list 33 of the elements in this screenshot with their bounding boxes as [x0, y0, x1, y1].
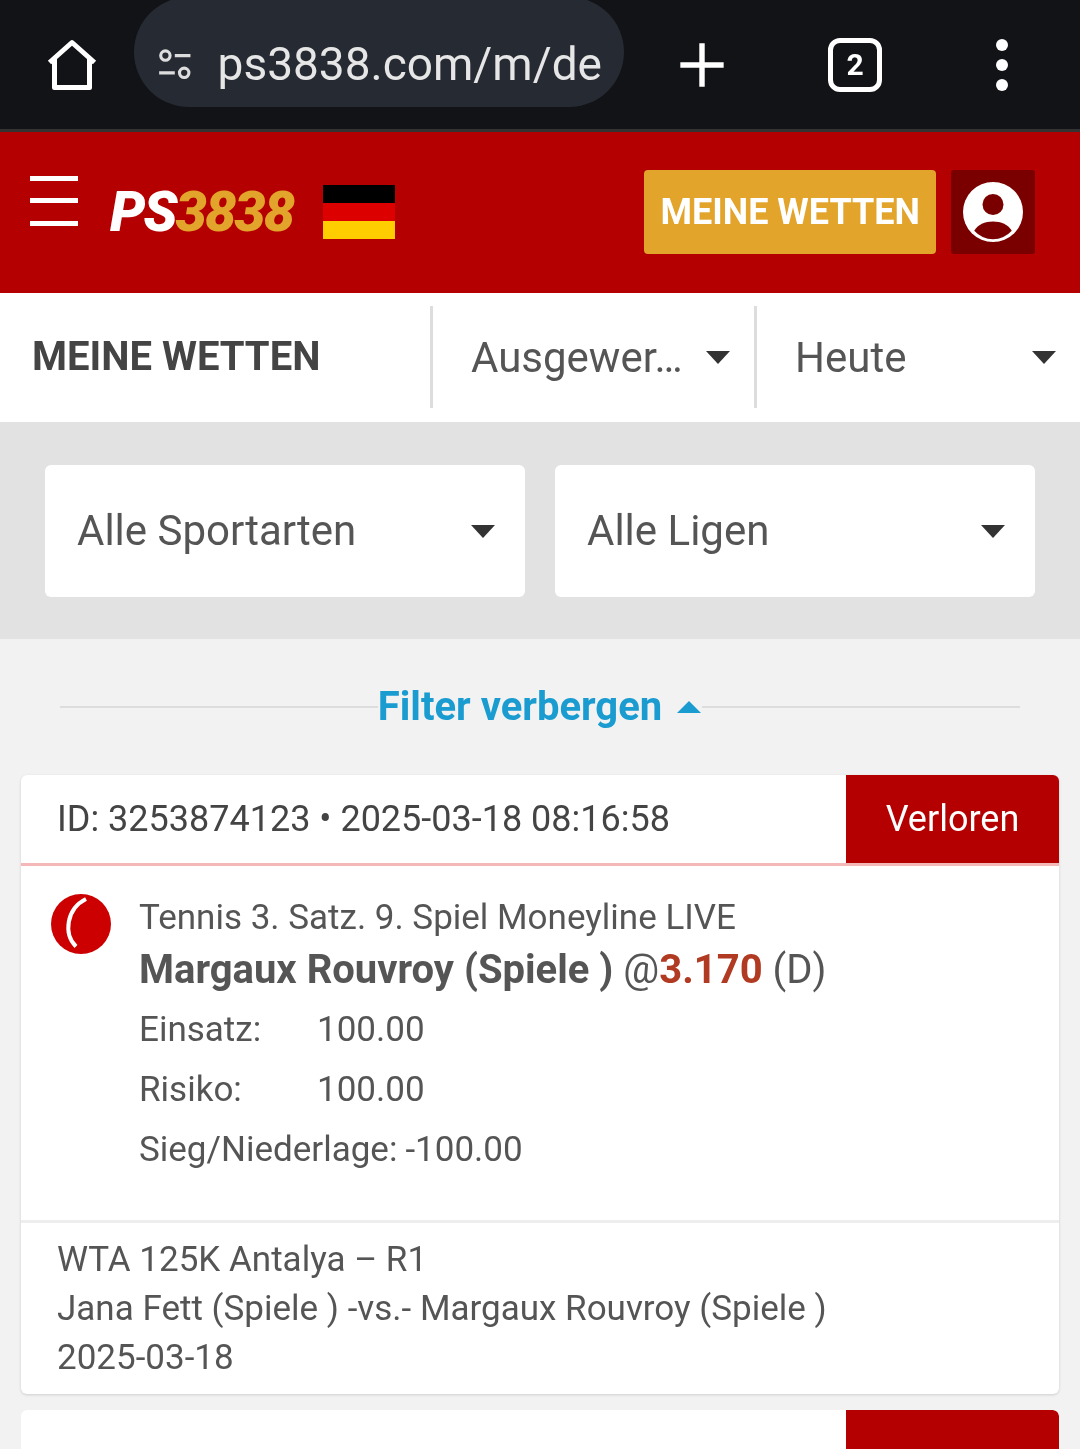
market-text: Tennis 3. Satz. 9. Spiel Moneyline LIVE	[139, 895, 737, 940]
caret-icon	[979, 522, 1007, 539]
status-badge: Verloren	[846, 775, 1059, 863]
url-text: ps3838.com/m/de	[217, 36, 602, 94]
menu-icon[interactable]	[30, 176, 78, 227]
site-logo[interactable]: PS3838	[110, 170, 294, 255]
stake-value: 100.00	[317, 1007, 425, 1052]
status-dropdown[interactable]: Ausgewer…	[430, 306, 754, 409]
caret-icon	[469, 522, 497, 539]
match-text: Jana Fett (Spiele ) -vs.- Margaux Rouvroy (Spiele )	[57, 1286, 828, 1331]
more-options-icon[interactable]	[994, 38, 1010, 91]
tennis-ball-icon	[51, 893, 111, 954]
sports-dropdown[interactable]: Alle Sportarten	[45, 464, 525, 597]
bet-id-text: ID: 3253874123 • 2025-03-18 08:16:58	[56, 797, 671, 843]
german-flag-icon[interactable]	[323, 185, 396, 240]
caret-icon	[704, 349, 732, 366]
risk-value: 100.00	[317, 1067, 425, 1112]
caret-up-icon	[676, 700, 703, 715]
leagues-dropdown[interactable]: Alle Ligen	[555, 464, 1035, 597]
page-title: MEINE WETTEN	[31, 332, 322, 383]
account-button[interactable]	[951, 170, 1035, 255]
caret-icon	[1030, 349, 1058, 366]
tab-count-button[interactable]: 2	[828, 37, 882, 92]
stake-label: Einsatz:	[139, 1007, 263, 1052]
risk-label: Risiko:	[139, 1067, 243, 1112]
selection-text: Margaux Rouvroy (Spiele ) @3.170 (D)	[139, 944, 827, 995]
address-bar[interactable]: ps3838.com/m/de	[134, 0, 624, 108]
user-icon	[963, 182, 1023, 243]
event-date-text: 2025-03-18	[57, 1335, 235, 1380]
league-text: WTA 125K Antalya – R1	[57, 1237, 429, 1282]
result-label: Sieg/Niederlage:	[139, 1127, 398, 1172]
result-value: -100.00	[405, 1127, 523, 1172]
period-dropdown[interactable]: Heute	[754, 306, 1080, 409]
